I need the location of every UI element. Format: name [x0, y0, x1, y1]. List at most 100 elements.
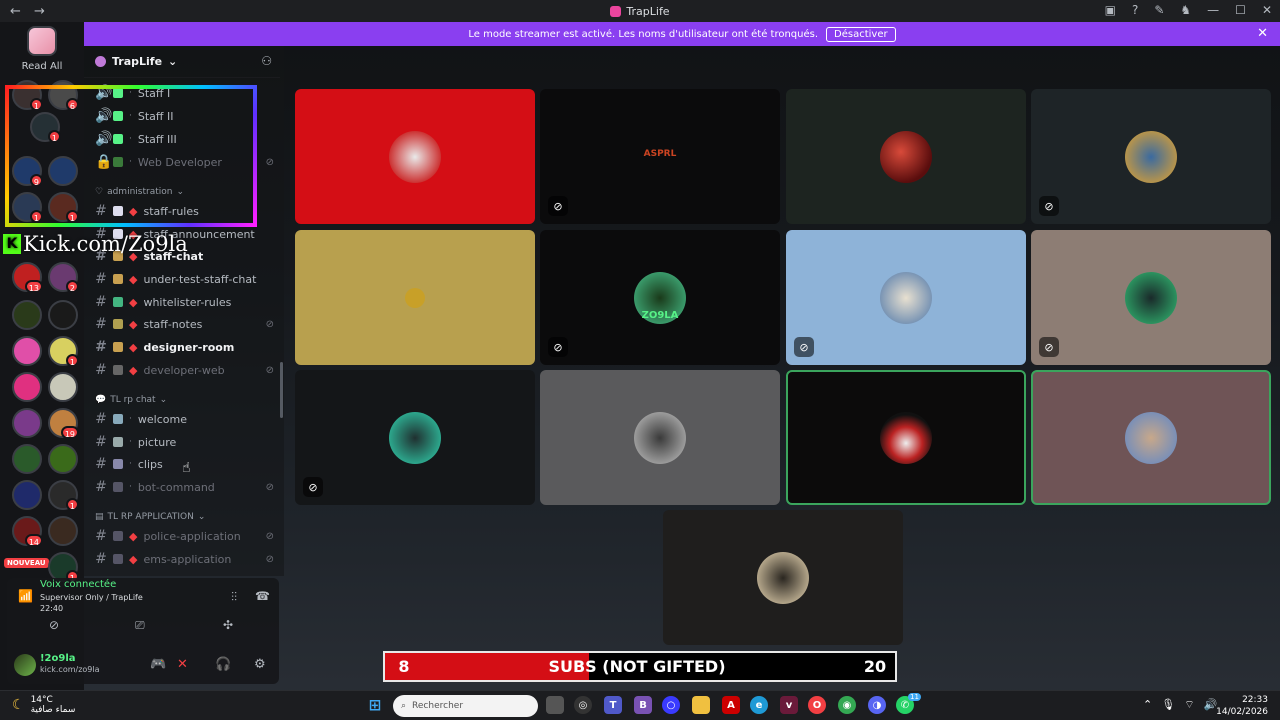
bug-icon[interactable]: ♞ — [1180, 3, 1191, 17]
chevron-up-icon[interactable]: ⌃ — [1143, 698, 1152, 712]
hidden-eye-icon[interactable]: ⊘ — [266, 482, 274, 493]
edge-icon[interactable]: e — [750, 696, 768, 714]
participant-tile[interactable]: ⊘ — [1031, 89, 1271, 224]
screen-share-icon[interactable]: ⎚ — [135, 618, 145, 633]
participant-tile[interactable] — [786, 89, 1026, 224]
hidden-eye-icon[interactable]: ⊘ — [266, 554, 274, 565]
cortana-icon[interactable]: ○ — [662, 696, 680, 714]
help-icon[interactable]: ? — [1132, 3, 1138, 17]
channel-police-application[interactable]: # ◆ police-application ⊘ — [95, 526, 280, 546]
forward-icon[interactable]: → — [34, 4, 48, 19]
voice-status[interactable]: Voix connectée — [40, 579, 116, 590]
server-icon[interactable]: 1 — [48, 336, 79, 367]
gamepad-icon[interactable]: 🎮 — [150, 657, 166, 672]
server-icon[interactable] — [12, 444, 42, 474]
channel-whitelister-rules[interactable]: # ◆ whitelister-rules — [95, 292, 280, 312]
hash-icon: # — [95, 456, 107, 472]
minimize-button[interactable]: — — [1207, 3, 1219, 17]
invite-icon[interactable]: ⚇ — [261, 54, 272, 68]
disconnect-icon[interactable]: ☎ — [255, 589, 270, 603]
subs-goal: 20 — [863, 657, 887, 676]
headphones-icon[interactable]: 🎧 — [215, 657, 231, 672]
hidden-eye-icon[interactable]: ⊘ — [266, 531, 274, 542]
server-icon[interactable] — [48, 444, 78, 474]
server-icon[interactable]: 13 — [12, 262, 43, 293]
close-icon[interactable]: ✕ — [1257, 26, 1268, 41]
unread-badge: 19 — [60, 426, 79, 439]
windows-start-icon[interactable]: ⊞ — [366, 696, 384, 714]
maximize-button[interactable]: ☐ — [1235, 3, 1246, 17]
channel-bot-command[interactable]: # · bot-command ⊘ — [95, 477, 280, 497]
file-explorer-icon[interactable] — [692, 696, 710, 714]
participant-tile-speaking[interactable] — [786, 370, 1026, 505]
category-label: TL RP APPLICATION — [107, 512, 194, 522]
category-rp-chat[interactable]: 💬 TL rp chat ⌄ — [95, 395, 167, 405]
participant-tile[interactable] — [663, 510, 903, 645]
participant-tile[interactable]: ⊘ — [295, 370, 535, 505]
task-view-icon[interactable] — [546, 696, 564, 714]
discord-icon[interactable]: ◑ — [868, 696, 886, 714]
channel-designer-room[interactable]: # ◆ designer-room — [95, 337, 280, 357]
camera-off-icon[interactable]: ⊘ — [49, 618, 59, 632]
server-icon[interactable] — [48, 300, 78, 330]
gear-icon[interactable]: ⚙ — [254, 657, 266, 672]
disable-streamer-button[interactable]: Désactiver — [826, 26, 896, 42]
soundboard-icon[interactable]: ⫶⫶ — [231, 590, 237, 605]
bootstrap-icon[interactable]: B — [634, 696, 652, 714]
category-rp-application[interactable]: ▤ TL RP APPLICATION ⌄ — [95, 512, 205, 522]
participant-tile[interactable] — [295, 230, 535, 365]
server-icon[interactable] — [12, 480, 42, 510]
app-icon-v[interactable]: v — [780, 696, 798, 714]
teams-icon[interactable]: T — [604, 696, 622, 714]
tools-icon[interactable]: ✎ — [1154, 3, 1164, 17]
avatar[interactable] — [14, 654, 36, 676]
hidden-eye-icon[interactable]: ⊘ — [266, 365, 274, 376]
server-icon[interactable] — [12, 372, 42, 402]
participant-tile[interactable]: ASPRL ⊘ — [540, 89, 780, 224]
taskbar-clock[interactable]: 22:33 14/02/2026 — [1216, 694, 1268, 718]
back-icon[interactable]: ← — [10, 4, 24, 19]
adobe-icon[interactable]: A — [722, 696, 740, 714]
server-icon[interactable] — [48, 372, 78, 402]
mic-icon[interactable]: 🎙 — [1161, 698, 1175, 712]
server-icon[interactable]: 19 — [48, 408, 79, 439]
channel-staff-notes[interactable]: # ◆ staff-notes ⊘ — [95, 314, 280, 334]
channel-developer-web[interactable]: # ◆ developer-web ⊘ — [95, 360, 280, 380]
system-tray[interactable]: ⌃ 🎙 ⌔ 🔊 — [1143, 698, 1217, 712]
close-button[interactable]: ✕ — [1262, 3, 1272, 17]
channel-scrollbar[interactable] — [280, 362, 283, 418]
inbox-icon[interactable]: ▣ — [1105, 3, 1116, 17]
server-icon[interactable] — [12, 336, 42, 366]
weather-widget[interactable]: ☾ 14°C سماء صافية — [12, 695, 75, 715]
activities-icon[interactable]: ✣ — [223, 618, 233, 632]
wifi-icon[interactable]: ⌔ — [1184, 698, 1194, 712]
search-placeholder: Rechercher — [412, 701, 464, 711]
voice-channel[interactable]: Supervisor Only / TrapLife — [40, 593, 143, 602]
server-icon[interactable]: 1 — [48, 480, 79, 511]
participant-tile[interactable]: ZO9LA ⊘ — [540, 230, 780, 365]
dm-home-avatar[interactable] — [27, 26, 57, 56]
channel-welcome[interactable]: # · welcome — [95, 409, 280, 429]
hidden-eye-icon[interactable]: ⊘ — [266, 157, 274, 168]
channel-picture[interactable]: # · picture — [95, 432, 280, 452]
server-icon[interactable]: 14 — [12, 516, 43, 547]
mic-muted-icon[interactable]: ✕ — [177, 657, 188, 672]
participant-tile[interactable] — [540, 370, 780, 505]
hidden-eye-icon[interactable]: ⊘ — [266, 319, 274, 330]
guild-header[interactable]: TrapLife ⌄ ⚇ — [84, 46, 280, 78]
participant-tile[interactable]: ⊘ — [1031, 230, 1271, 365]
participant-tile-speaking[interactable] — [1031, 370, 1271, 505]
chrome-icon[interactable]: ◉ — [838, 696, 856, 714]
participant-tile[interactable]: ⊘ — [786, 230, 1026, 365]
discord-app-icon[interactable]: ◎ — [574, 696, 592, 714]
server-icon[interactable] — [12, 408, 42, 438]
opera-icon[interactable]: O — [808, 696, 826, 714]
participant-tile[interactable] — [295, 89, 535, 224]
taskbar-search[interactable]: ⌕ Rechercher — [393, 695, 538, 717]
server-icon[interactable] — [48, 516, 78, 546]
read-all-button[interactable]: Read All — [0, 61, 84, 72]
channel-under-test-staff-chat[interactable]: # ◆ under-test-staff-chat — [95, 269, 280, 289]
server-icon[interactable] — [12, 300, 42, 330]
channel-ems-application[interactable]: # ◆ ems-application ⊘ — [95, 549, 280, 569]
server-icon[interactable]: 2 — [48, 262, 79, 293]
